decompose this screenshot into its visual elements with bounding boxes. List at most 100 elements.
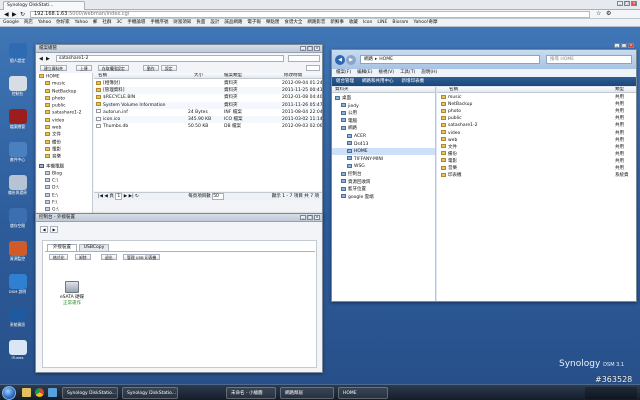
pager-prev-icon[interactable]: ◀ [104,194,107,199]
nav-item[interactable]: 公用 [332,110,435,117]
bookmark-item[interactable]: 郵 [93,19,98,26]
list-item[interactable]: 電影 共用 [437,158,636,165]
ed-close-button[interactable]: x [314,215,320,220]
fs-close-button[interactable]: x [314,46,320,51]
ed-toolbar-button[interactable]: 管理 USB 印表機 [123,254,161,260]
tab-external-devices[interactable]: 外接裝置 [47,244,77,251]
tree-item[interactable]: 文件 [39,132,81,139]
bookmark-item[interactable]: 負面 [196,19,205,26]
pager-per-page-select[interactable]: 50 [212,193,225,200]
taskbar-item[interactable]: Synology DiskStatio... [122,387,178,399]
quicklaunch-explorer-icon[interactable] [22,388,31,397]
desktop-shortcut[interactable]: 套件中心 [1,142,34,163]
taskbar-item[interactable]: Synology DiskStatio... [62,387,118,399]
nav-item[interactable]: jiedy [332,103,435,110]
back-icon[interactable]: ◀ [4,11,9,18]
bookmark-item[interactable]: 3C [116,19,122,26]
fs-back-icon[interactable]: ◀ [39,56,43,62]
bookmark-item[interactable]: 新鮮事 [330,19,344,26]
bookmark-item[interactable]: 設計 [210,19,219,26]
fs-column-header[interactable]: 名稱 [98,73,107,78]
forward-icon[interactable]: ▶ [12,11,17,18]
desktop-shortcut[interactable]: 控制台 [1,76,34,97]
bookmark-item[interactable]: 商店 [24,19,33,26]
explorer-forward-icon[interactable]: ▶ [346,55,356,65]
nav-item[interactable]: HOME [332,148,435,156]
quicklaunch-app-icon[interactable] [48,388,57,397]
explorer-address-bar[interactable]: 網路 ▸ HOME [360,55,540,64]
explorer-back-icon[interactable]: ◀ [335,55,345,65]
fs-toolbar-button[interactable]: 動作 [143,65,159,71]
bookmark-item[interactable]: Yahoo [38,19,51,26]
fs-toolbar-button[interactable]: 存取權限設定 [98,65,129,71]
bookmark-item[interactable]: Icon [363,19,372,26]
desktop-shortcut[interactable]: 檔案總管 [1,109,34,130]
bookmark-item[interactable]: Bioram [392,19,408,26]
file-station-titlebar[interactable]: 檔案總管 [36,45,322,53]
start-button[interactable] [2,386,16,400]
menu-item[interactable]: 檔案(F) [336,70,351,75]
nav-item[interactable]: 資源回收筒 [332,179,435,186]
quicklaunch-chrome-icon[interactable] [35,388,44,397]
close-button[interactable]: x [631,1,637,6]
list-item[interactable]: satashare1-2 共用 [437,122,636,129]
bookmark-item[interactable]: 手機序號 [150,19,168,26]
bookmark-item[interactable]: Yahoo!奇摩 [413,19,437,26]
tree-item[interactable]: music [39,81,81,88]
fs-toolbar-button[interactable]: 建立資料夾 [40,65,67,71]
tree-item[interactable]: video [39,117,81,125]
tree-item[interactable]: NetBackup [39,88,81,96]
minimize-button[interactable]: _ [617,1,623,6]
desktop-shortcut[interactable]: 個人設定 [1,43,34,64]
list-item[interactable]: 音樂 共用 [437,165,636,172]
taskbar-item[interactable]: 網路鄰居 [280,387,334,399]
fs-toolbar-button[interactable]: 設定 [161,65,177,71]
nav-item[interactable]: Ds413 [332,141,435,148]
table-row[interactable]: icon.ico 345.90 KB ICO 檔案 2011-03-02 11:14:… [94,116,322,123]
menu-item[interactable]: 檢視(V) [378,70,394,75]
fs-maximize-button[interactable]: □ [307,46,313,51]
table-row[interactable]: System Volume Information 資料夾 2011-11-26 0… [94,101,322,109]
tree-item[interactable]: Blog [39,170,81,178]
bookmark-item[interactable]: 食谱大全 [284,19,302,26]
list-item[interactable]: 印表機 系統資 [437,172,636,179]
pager-next-icon[interactable]: ▶ [124,194,127,199]
ed-minimize-button[interactable]: _ [300,215,306,220]
table-row[interactable]: Thumbs.db 50.50 KB DB 檔案 2012-09-03 02:06:4… [94,123,322,130]
fs-search-input[interactable] [288,55,320,62]
reload-icon[interactable]: ↻ [20,11,25,18]
bookmark-item[interactable]: 誠品網路 [224,19,242,26]
list-item[interactable]: public 共用 [437,115,636,122]
bookmark-item[interactable]: 你好家 [56,19,70,26]
tree-item[interactable]: F:\ [39,200,81,207]
ed-toolbar-button[interactable]: 退出 [101,254,117,260]
taskbar-item[interactable]: HOME [338,387,388,399]
list-item[interactable]: 文件 共用 [437,144,636,151]
command-button[interactable]: 新增印表機 [402,79,425,84]
ex-maximize-button[interactable]: □ [621,43,627,48]
tree-item[interactable]: 備份 [39,139,81,147]
ex-minimize-button[interactable]: _ [614,43,620,48]
list-item[interactable]: NetBackup 共用 [437,101,636,108]
ed-toolbar-button[interactable]: 卸除 [75,254,91,260]
pager-page-input[interactable]: 1 [115,193,123,200]
view-toggle-icon[interactable] [306,65,320,71]
wrench-icon[interactable]: ⚙ [606,10,611,17]
desktop-shortcut[interactable]: DSM 說明 [1,274,34,295]
menu-item[interactable]: 工具(T) [400,70,415,75]
table-row[interactable]: [相簿封] 資料夾 2012-09-04 01:24:01 [94,80,322,87]
nav-item[interactable]: WSG [332,163,435,170]
nav-item[interactable]: 藍牙位置 [332,186,435,193]
bookmark-item[interactable]: 社群 [102,19,111,26]
table-row[interactable]: autorun.inf 24 Bytes INF 檔案 2011-08-04 22:0… [94,109,322,116]
nav-item[interactable]: google 雲端 [332,194,435,201]
explorer-search-input[interactable]: 搜尋 HOME [546,55,632,64]
bookmark-item[interactable]: Yahoo [75,19,88,26]
maximize-button[interactable]: □ [624,1,630,6]
bookmark-item[interactable]: 電子報 [247,19,261,26]
desktop-shortcut[interactable]: 系統資訊 [1,307,34,328]
ed-maximize-button[interactable]: □ [307,215,313,220]
tree-item[interactable]: web [39,125,81,132]
tab-usbcopy[interactable]: USBCopy [79,244,109,251]
list-item[interactable]: music 共用 [437,94,636,101]
